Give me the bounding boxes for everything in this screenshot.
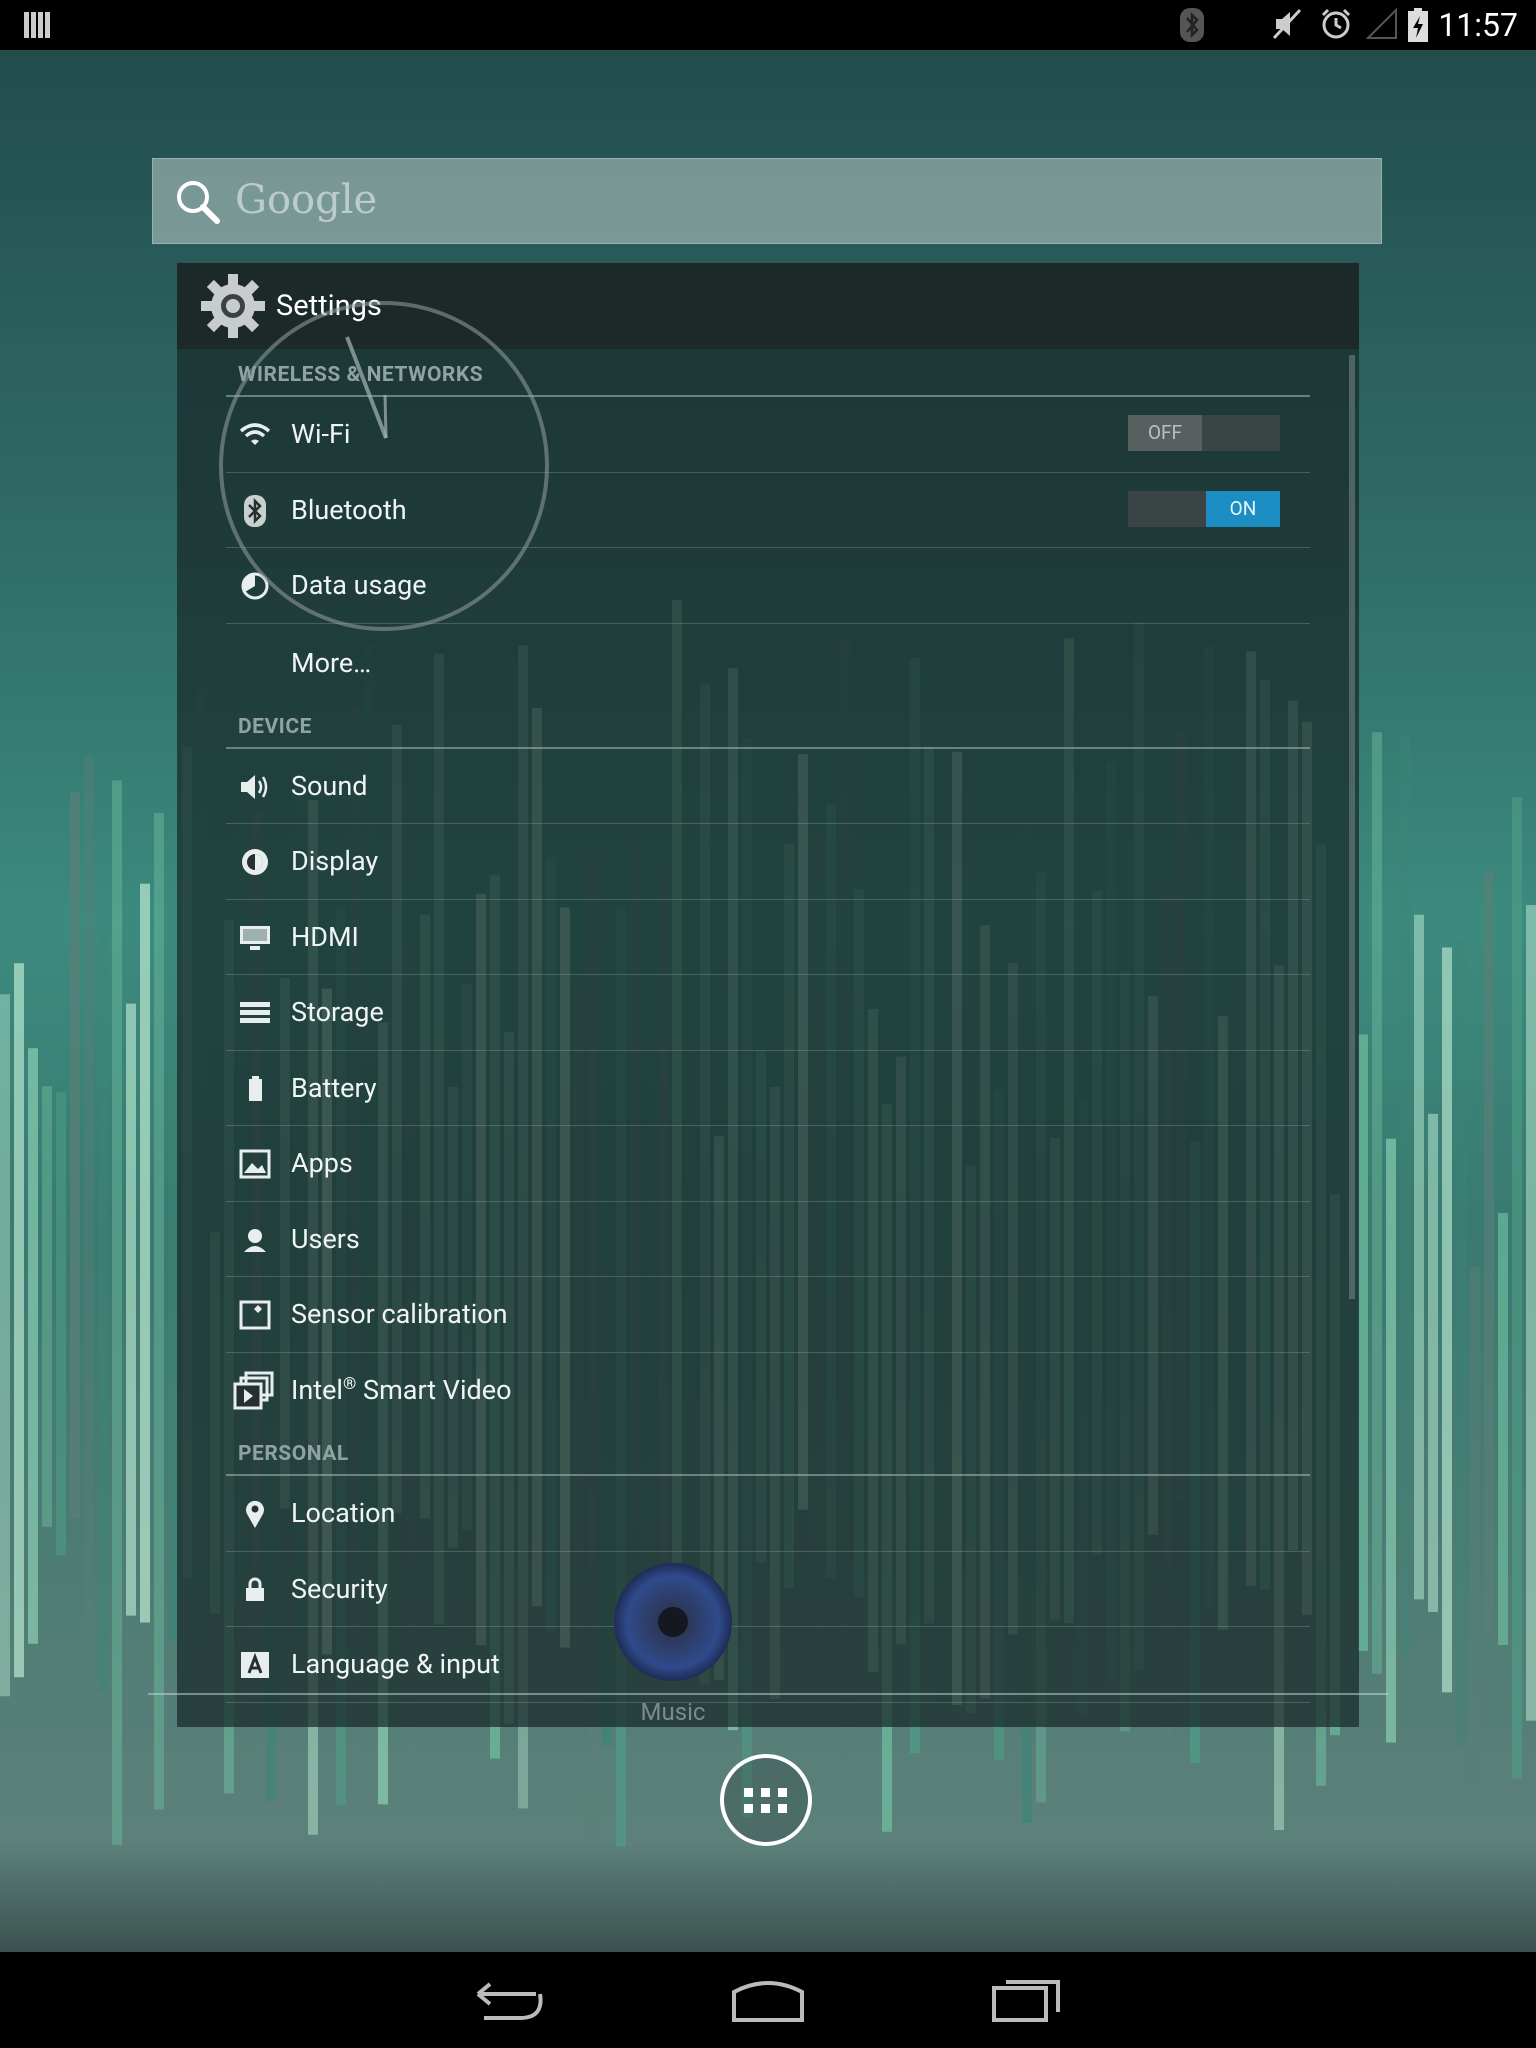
analog-clock-widget[interactable]	[219, 301, 549, 631]
speaker-center-icon	[658, 1607, 688, 1637]
home-icon[interactable]	[730, 1974, 806, 2026]
wifi-toggle[interactable]: OFF	[1128, 415, 1280, 451]
section-header-personal: PERSONAL	[226, 1428, 1310, 1476]
notification-bars-icon[interactable]	[24, 12, 50, 38]
wallpaper-bar	[1526, 905, 1536, 1721]
wallpaper-bar	[154, 813, 164, 1810]
wallpaper-bar	[1498, 1213, 1508, 1645]
settings-item-users[interactable]: Users	[226, 1202, 1310, 1277]
storage-icon	[240, 1002, 270, 1023]
lock-icon	[246, 1577, 264, 1601]
wallpaper-bar	[70, 792, 80, 1518]
mute-icon	[1272, 8, 1302, 40]
settings-item-apps[interactable]: Apps	[226, 1126, 1310, 1202]
scrollbar[interactable]	[1349, 355, 1355, 1299]
search-icon	[177, 181, 220, 224]
settings-item-location[interactable]: Location	[226, 1476, 1310, 1552]
wallpaper-bar	[28, 1048, 38, 1644]
status-bar: 11:57	[0, 0, 1536, 50]
alarm-icon	[1321, 8, 1351, 39]
wallpaper-bar	[1512, 797, 1522, 1779]
clock-hands	[345, 336, 388, 439]
settings-item-intel-smart-video[interactable]: Intel® Smart Video	[226, 1353, 1310, 1429]
dock-divider	[148, 1693, 1388, 1695]
bluetooth-toggle[interactable]: ON	[1128, 490, 1280, 527]
wallpaper-bar	[42, 1086, 52, 1527]
wallpaper-bar	[98, 932, 108, 1693]
sensor-icon	[239, 1300, 271, 1330]
section-header-device: DEVICE	[226, 701, 1310, 749]
back-icon[interactable]	[474, 1974, 548, 2028]
settings-item-security[interactable]: Security	[226, 1552, 1310, 1627]
google-search-bar[interactable]: Google	[152, 158, 1382, 244]
recents-icon[interactable]	[990, 1974, 1064, 2026]
location-pin-icon	[246, 1500, 264, 1528]
brightness-icon	[242, 849, 268, 875]
speaker-icon	[241, 774, 268, 799]
keyboard-a-icon	[241, 1652, 269, 1678]
apps-image-icon	[239, 1149, 271, 1179]
wallpaper-bar	[126, 1003, 136, 1616]
music-app-label: Music	[640, 1698, 706, 1726]
wallpaper-bar	[56, 1092, 66, 1556]
wallpaper-bar	[0, 994, 10, 1697]
wallpaper-bar	[1470, 1266, 1480, 1780]
settings-item-sensor-calibration[interactable]: Sensor calibration	[226, 1277, 1310, 1353]
navigation-bar	[0, 1952, 1536, 2048]
wallpaper-bar	[1484, 870, 1494, 1636]
wallpaper-bar	[1372, 732, 1382, 1674]
google-label: Google	[235, 177, 378, 223]
settings-item-sound[interactable]: Sound	[226, 749, 1310, 824]
wallpaper-bar	[1414, 914, 1424, 1600]
signal-icon	[1366, 8, 1397, 39]
settings-item-battery[interactable]: Battery	[226, 1051, 1310, 1126]
wallpaper-bar	[1456, 941, 1466, 1746]
apps-grid-icon	[744, 1788, 787, 1813]
wallpaper-bar	[1400, 735, 1410, 1659]
settings-item-display[interactable]: Display	[226, 824, 1310, 900]
smart-video-icon	[233, 1371, 274, 1409]
clock-time: 11:57	[1438, 6, 1518, 44]
wallpaper-bar	[1358, 1034, 1368, 1652]
settings-item-more[interactable]: More…	[226, 624, 1310, 701]
settings-item-language-input[interactable]: Language & input	[226, 1627, 1310, 1703]
battery-icon	[249, 1075, 262, 1101]
monitor-icon	[240, 925, 270, 950]
wallpaper-bar	[112, 780, 122, 1845]
wallpaper-bar	[140, 883, 150, 1623]
wallpaper-bar	[84, 756, 94, 1656]
app-drawer-button[interactable]	[720, 1754, 812, 1846]
wallpaper-bar	[1386, 1138, 1396, 1743]
music-app-icon[interactable]	[614, 1563, 732, 1681]
battery-charging-icon	[1408, 8, 1428, 42]
bluetooth-icon	[1180, 8, 1204, 42]
wallpaper-bar	[14, 963, 24, 1678]
user-icon	[244, 1228, 266, 1252]
settings-item-hdmi[interactable]: HDMI	[226, 900, 1310, 975]
settings-item-storage[interactable]: Storage	[226, 975, 1310, 1051]
wallpaper-bar	[1442, 947, 1452, 1693]
wallpaper-bar	[1428, 1113, 1438, 1612]
